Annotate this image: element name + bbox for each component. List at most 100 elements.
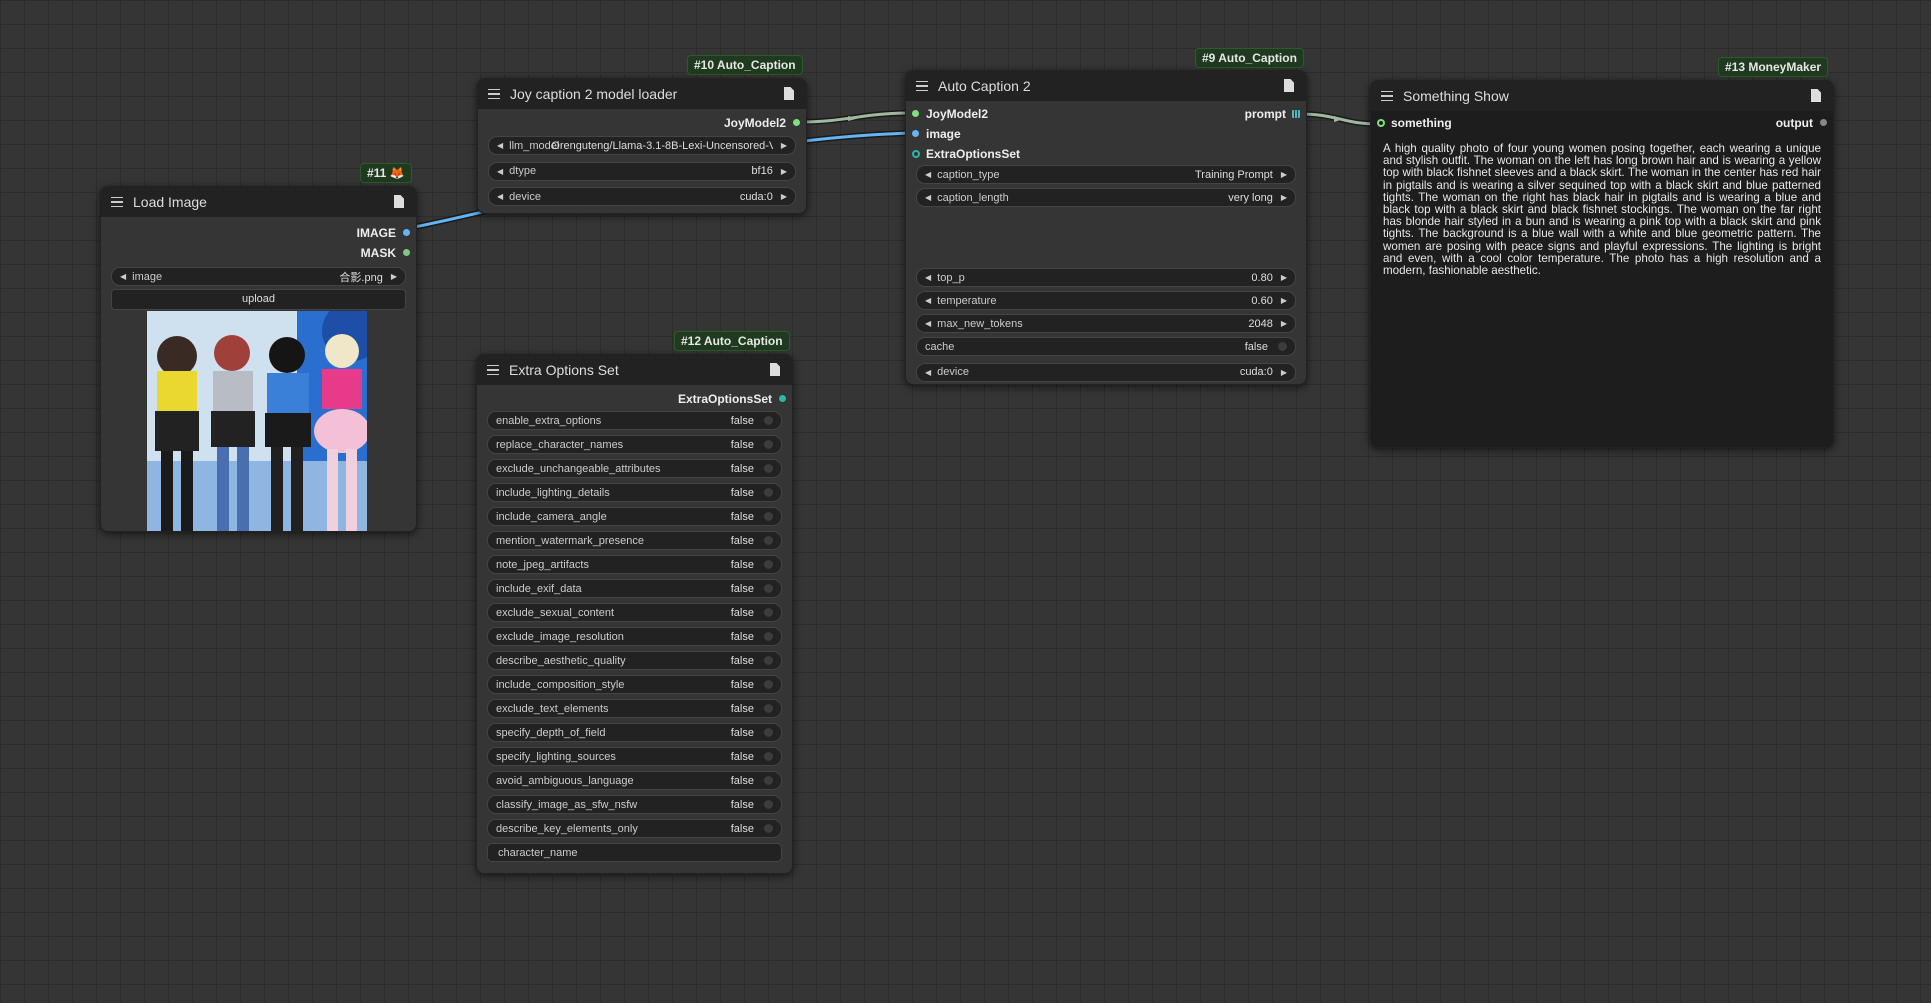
arrow-right-icon[interactable]: ▶ <box>1281 193 1287 202</box>
option-toggle-exclude-unchangeable-attributes[interactable]: exclude_unchangeable_attributes false <box>487 459 782 478</box>
option-toggle-describe-aesthetic-quality[interactable]: describe_aesthetic_quality false <box>487 651 782 670</box>
toggle-dot[interactable] <box>764 704 773 713</box>
temperature-combo[interactable]: ◀ temperature 0.60 ▶ <box>916 291 1296 310</box>
toggle-dot[interactable] <box>1278 342 1287 351</box>
arrow-left-icon[interactable]: ◀ <box>925 296 931 305</box>
option-toggle-specify-depth-of-field[interactable]: specify_depth_of_field false <box>487 723 782 742</box>
arrow-left-icon[interactable]: ◀ <box>925 273 931 282</box>
toggle-dot[interactable] <box>764 416 773 425</box>
arrow-right-icon[interactable]: ▶ <box>781 167 787 176</box>
arrow-left-icon[interactable]: ◀ <box>925 368 931 377</box>
option-toggle-note-jpeg-artifacts[interactable]: note_jpeg_artifacts false <box>487 555 782 574</box>
document-icon[interactable] <box>784 87 794 100</box>
input-joymodel2[interactable]: JoyModel2 <box>906 104 1126 124</box>
caption-text-display[interactable]: A high quality photo of four young women… <box>1371 135 1833 285</box>
caption-length-combo[interactable]: ◀ caption_length very long ▶ <box>916 188 1296 207</box>
arrow-right-icon[interactable]: ▶ <box>1281 368 1287 377</box>
arrow-left-icon[interactable]: ◀ <box>497 192 503 201</box>
option-toggle-include-composition-style[interactable]: include_composition_style false <box>487 675 782 694</box>
option-toggle-replace-character-names[interactable]: replace_character_names false <box>487 435 782 454</box>
menu-icon[interactable] <box>487 364 499 376</box>
option-toggle-specify-lighting-sources[interactable]: specify_lighting_sources false <box>487 747 782 766</box>
arrow-right-icon[interactable]: ▶ <box>781 192 787 201</box>
menu-icon[interactable] <box>488 88 500 100</box>
arrow-left-icon[interactable]: ◀ <box>120 272 126 281</box>
auto-caption-node[interactable]: Auto Caption 2 JoyModel2 image ExtraOpti… <box>905 70 1307 385</box>
toggle-dot[interactable] <box>764 488 773 497</box>
input-dot-something[interactable] <box>1377 119 1385 127</box>
max-new-tokens-combo[interactable]: ◀ max_new_tokens 2048 ▶ <box>916 314 1296 333</box>
option-toggle-include-camera-angle[interactable]: include_camera_angle false <box>487 507 782 526</box>
load-image-node[interactable]: Load Image IMAGE MASK ◀ image 合影.png ▶ u… <box>100 186 417 532</box>
caption-type-combo[interactable]: ◀ caption_type Training Prompt ▶ <box>916 165 1296 184</box>
output-image[interactable]: IMAGE <box>101 223 416 243</box>
node-header[interactable]: Something Show <box>1371 81 1833 111</box>
output-dot-extraoptionsset[interactable] <box>779 395 786 402</box>
input-dot-joymodel2[interactable] <box>912 110 919 117</box>
output-prompt[interactable]: prompt <box>1136 104 1306 124</box>
option-toggle-mention-watermark-presence[interactable]: mention_watermark_presence false <box>487 531 782 550</box>
arrow-right-icon[interactable]: ▶ <box>1281 170 1287 179</box>
arrow-left-icon[interactable]: ◀ <box>925 319 931 328</box>
output-dot-output[interactable] <box>1820 119 1827 126</box>
input-dot-image[interactable] <box>912 130 919 137</box>
menu-icon[interactable] <box>1381 90 1393 102</box>
toggle-dot[interactable] <box>764 824 773 833</box>
device-combo[interactable]: ◀ device cuda:0 ▶ <box>916 362 1296 382</box>
menu-icon[interactable] <box>111 196 123 208</box>
output-grid-icon[interactable] <box>1292 110 1300 118</box>
llm-model-combo[interactable]: ◀ llm_model Orenguteng/Llama-3.1-8B-Lexi… <box>488 136 796 155</box>
option-toggle-exclude-sexual-content[interactable]: exclude_sexual_content false <box>487 603 782 622</box>
toggle-dot[interactable] <box>764 656 773 665</box>
joy-caption-loader-node[interactable]: Joy caption 2 model loader JoyModel2 ◀ l… <box>477 78 807 214</box>
arrow-right-icon[interactable]: ▶ <box>781 141 787 150</box>
document-icon[interactable] <box>394 195 404 208</box>
cache-toggle[interactable]: cache false <box>916 337 1296 356</box>
arrow-right-icon[interactable]: ▶ <box>1281 273 1287 282</box>
toggle-dot[interactable] <box>764 680 773 689</box>
option-toggle-exclude-image-resolution[interactable]: exclude_image_resolution false <box>487 627 782 646</box>
arrow-left-icon[interactable]: ◀ <box>497 167 503 176</box>
input-dot-extraoptionsset[interactable] <box>912 150 920 158</box>
option-toggle-describe-key-elements-only[interactable]: describe_key_elements_only false <box>487 819 782 838</box>
arrow-right-icon[interactable]: ▶ <box>391 272 397 281</box>
toggle-dot[interactable] <box>764 800 773 809</box>
node-header[interactable]: Load Image <box>101 187 416 217</box>
output-dot-joymodel2[interactable] <box>793 119 800 126</box>
extra-options-node[interactable]: Extra Options Set ExtraOptionsSet enable… <box>476 354 793 874</box>
toggle-dot[interactable] <box>764 440 773 449</box>
arrow-left-icon[interactable]: ◀ <box>925 170 931 179</box>
input-image[interactable]: image <box>906 124 1126 144</box>
toggle-dot[interactable] <box>764 560 773 569</box>
character-name-input[interactable]: character_name <box>487 843 782 862</box>
input-something[interactable]: something <box>1371 113 1591 133</box>
something-show-node[interactable]: Something Show something output A high q… <box>1370 80 1834 448</box>
arrow-left-icon[interactable]: ◀ <box>925 193 931 202</box>
document-icon[interactable] <box>1284 79 1294 92</box>
toggle-dot[interactable] <box>764 464 773 473</box>
node-header[interactable]: Joy caption 2 model loader <box>478 79 806 109</box>
toggle-dot[interactable] <box>764 776 773 785</box>
option-toggle-avoid-ambiguous-language[interactable]: avoid_ambiguous_language false <box>487 771 782 790</box>
document-icon[interactable] <box>1811 89 1821 102</box>
output-joymodel2[interactable]: JoyModel2 <box>478 113 806 133</box>
top-p-combo[interactable]: ◀ top_p 0.80 ▶ <box>916 268 1296 287</box>
output-extraoptionsset[interactable]: ExtraOptionsSet <box>477 389 792 409</box>
input-extraoptionsset[interactable]: ExtraOptionsSet <box>906 144 1126 164</box>
output-dot-image[interactable] <box>403 229 410 236</box>
option-toggle-include-exif-data[interactable]: include_exif_data false <box>487 579 782 598</box>
arrow-right-icon[interactable]: ▶ <box>1281 319 1287 328</box>
image-combo[interactable]: ◀ image 合影.png ▶ <box>111 267 406 286</box>
option-toggle-exclude-text-elements[interactable]: exclude_text_elements false <box>487 699 782 718</box>
toggle-dot[interactable] <box>764 536 773 545</box>
output-mask[interactable]: MASK <box>101 243 416 263</box>
toggle-dot[interactable] <box>764 608 773 617</box>
toggle-dot[interactable] <box>764 632 773 641</box>
option-toggle-include-lighting-details[interactable]: include_lighting_details false <box>487 483 782 502</box>
menu-icon[interactable] <box>916 80 928 92</box>
option-toggle-classify-image-as-sfw-nsfw[interactable]: classify_image_as_sfw_nsfw false <box>487 795 782 814</box>
device-combo[interactable]: ◀ device cuda:0 ▶ <box>488 187 796 206</box>
toggle-dot[interactable] <box>764 752 773 761</box>
arrow-left-icon[interactable]: ◀ <box>497 141 503 150</box>
node-header[interactable]: Extra Options Set <box>477 355 792 385</box>
